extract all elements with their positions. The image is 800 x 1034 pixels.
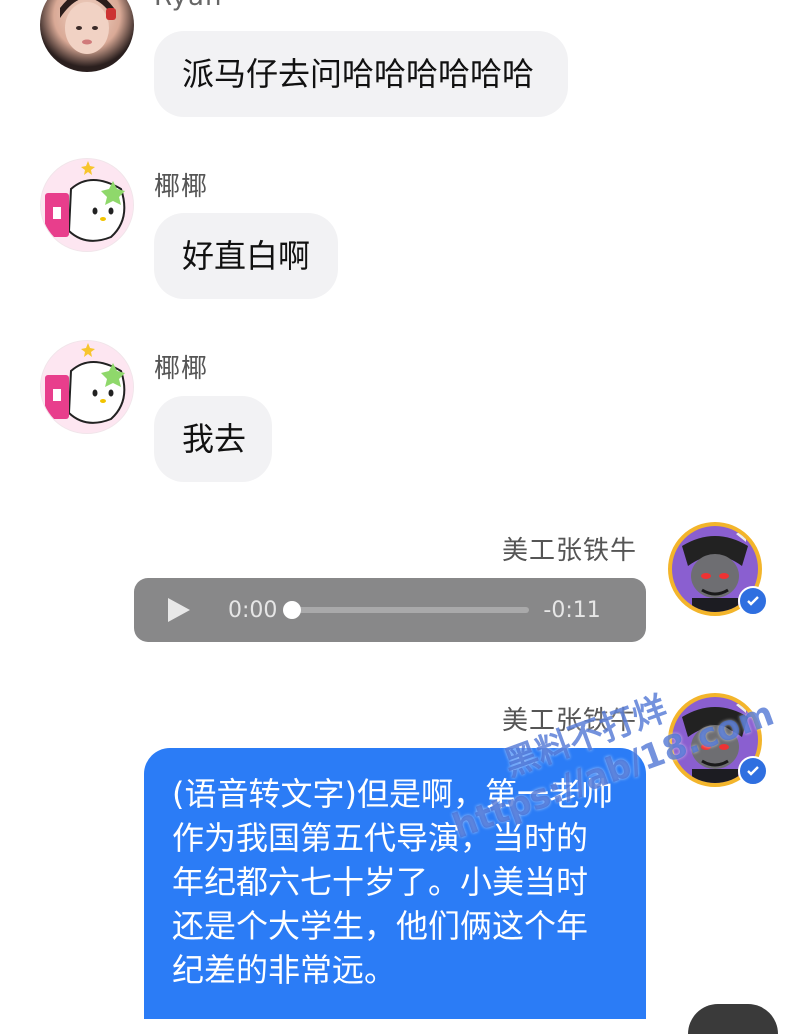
message-bubble[interactable]: 好直白啊 (154, 213, 338, 299)
voice-progress-knob[interactable] (283, 601, 302, 619)
avatar-yeye[interactable] (40, 340, 134, 434)
verified-badge-icon (738, 756, 768, 786)
transcript-line: 年纪都六七十岁了。小美当时 (172, 863, 589, 901)
sender-name: 椰椰 (154, 354, 209, 384)
play-icon[interactable] (164, 596, 192, 624)
voice-remaining-time: -0:11 (543, 597, 601, 623)
transcript-line: 作为我国第五代导演，当时的 (172, 819, 589, 857)
voice-message-player[interactable]: 0:00 -0:11 (134, 578, 646, 642)
sender-name: 美工张铁牛 (502, 536, 638, 566)
transcript-line: 纪差的非常远。 (172, 951, 397, 989)
message-text: 派马仔去问哈哈哈哈哈哈 (182, 55, 535, 93)
sender-name: Ryan (154, 0, 222, 12)
sender-name: 椰椰 (154, 172, 209, 202)
voice-elapsed-time: 0:00 (228, 597, 278, 623)
message-bubble[interactable]: 我去 (154, 396, 272, 482)
avatar-ryan[interactable] (40, 0, 134, 72)
avatar-yeye[interactable] (40, 158, 134, 252)
message-text: 我去 (182, 420, 247, 458)
voice-progress-track[interactable] (283, 601, 530, 619)
verified-badge-icon (738, 586, 768, 616)
transcript-line: 还是个大学生，他们俩这个年 (172, 907, 589, 945)
partial-avatar (688, 1004, 778, 1034)
message-text: 好直白啊 (182, 237, 311, 275)
message-bubble[interactable]: 派马仔去问哈哈哈哈哈哈 (154, 31, 568, 117)
